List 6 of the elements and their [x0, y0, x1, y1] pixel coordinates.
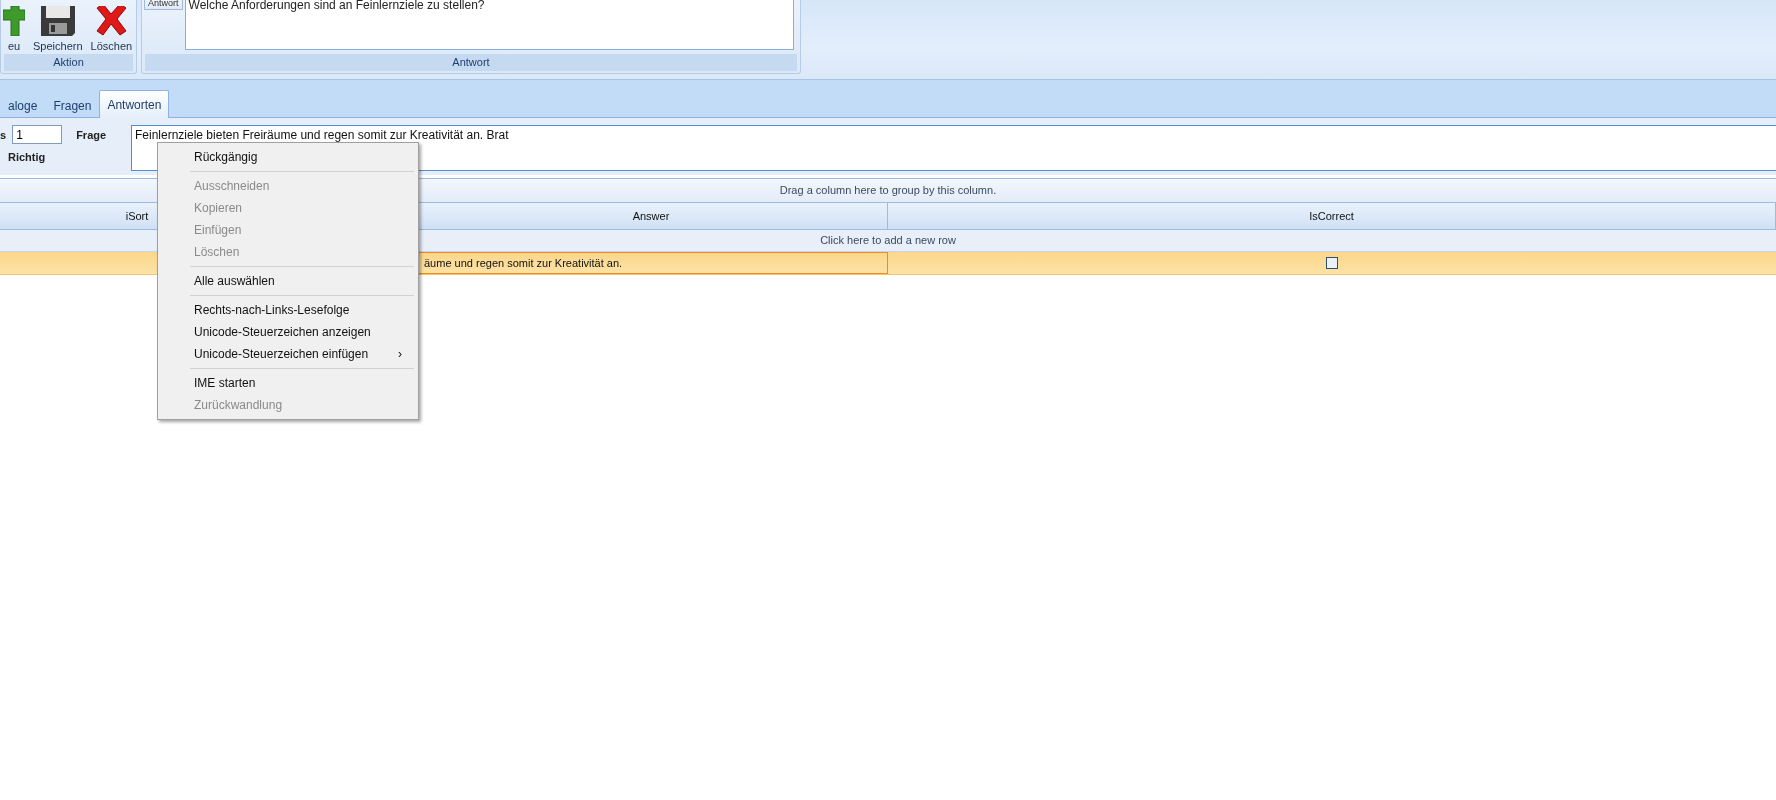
group-label: Antwort	[145, 54, 797, 71]
field-label: Richtig	[8, 150, 47, 163]
group-label: Aktion	[4, 54, 133, 71]
field-label: Frage	[76, 128, 107, 141]
submenu-arrow: ›	[398, 347, 402, 361]
field-label: s	[0, 128, 7, 141]
